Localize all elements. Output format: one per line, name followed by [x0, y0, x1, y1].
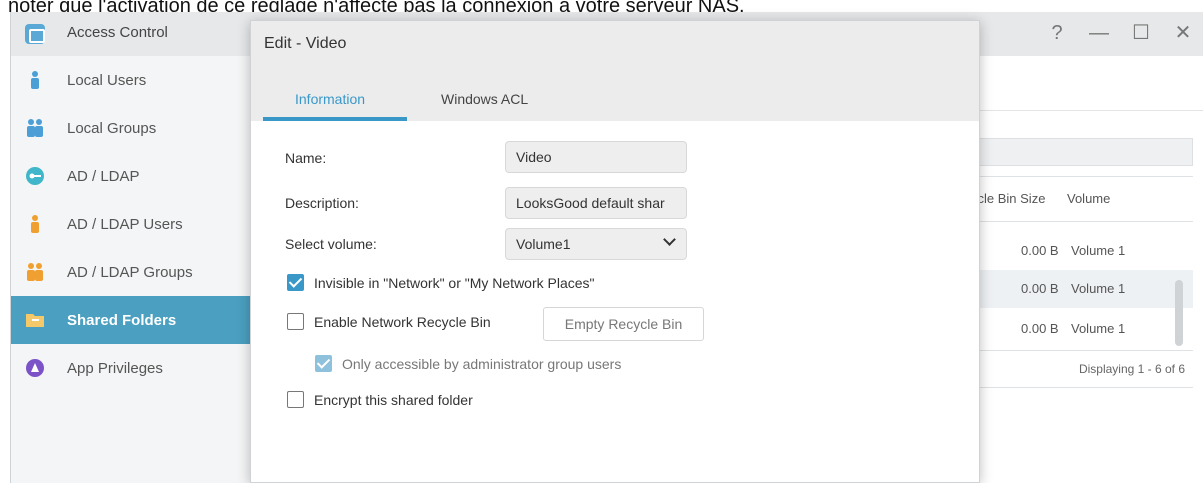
- table-row[interactable]: 0.00 B Volume 1: [971, 270, 1193, 308]
- pagination-status: Displaying 1 - 6 of 6: [1078, 362, 1185, 376]
- sidebar-item-ad-ldap-groups[interactable]: AD / LDAP Groups: [11, 248, 258, 296]
- table-row[interactable]: 0.00 B Volume 1: [971, 310, 1193, 348]
- recycle-bin-option[interactable]: Enable Network Recycle Bin: [287, 313, 491, 330]
- folder-icon: [26, 314, 44, 327]
- cell-size: 0.00 B: [1021, 243, 1059, 258]
- chevron-down-icon: [663, 233, 676, 246]
- description-field[interactable]: LooksGood default shar: [505, 187, 687, 219]
- dialog-header: Edit - Video Information Windows ACL: [251, 21, 979, 121]
- user-icon: [31, 71, 39, 89]
- volume-select-value: Volume1: [516, 236, 571, 252]
- sidebar-item-label: Local Groups: [67, 119, 157, 137]
- cell-volume: Volume 1: [1071, 321, 1126, 336]
- close-icon[interactable]: ✕: [1173, 20, 1193, 46]
- admin-only-checkbox: [315, 355, 332, 372]
- encrypt-folder-checkbox[interactable]: [287, 391, 304, 408]
- key-icon: [26, 167, 44, 185]
- sidebar-item-local-users[interactable]: Local Users: [11, 56, 258, 104]
- encrypt-folder-label: Encrypt this shared folder: [314, 391, 473, 408]
- admin-only-label: Only accessible by administrator group u…: [342, 355, 622, 372]
- sidebar-item-label: App Privileges: [67, 359, 163, 377]
- invisible-network-option[interactable]: Invisible in "Network" or "My Network Pl…: [287, 274, 595, 291]
- encrypt-folder-option[interactable]: Encrypt this shared folder: [287, 391, 473, 408]
- sidebar-item-local-groups[interactable]: Local Groups: [11, 104, 258, 152]
- help-icon[interactable]: ?: [1047, 20, 1067, 46]
- table-scrollbar[interactable]: [1175, 280, 1183, 346]
- access-control-app-icon: [25, 24, 45, 44]
- sidebar-item-app-privileges[interactable]: App Privileges: [11, 344, 258, 392]
- toolbar-divider: [971, 110, 1203, 111]
- maximize-icon[interactable]: ☐: [1131, 20, 1151, 46]
- description-label: Description:: [285, 195, 359, 211]
- volume-select[interactable]: Volume1: [505, 228, 687, 260]
- cell-volume: Volume 1: [1071, 243, 1126, 258]
- sidebar: Local Users Local Groups AD / LDAP AD / …: [11, 56, 259, 483]
- sidebar-item-ad-ldap[interactable]: AD / LDAP: [11, 152, 258, 200]
- sidebar-item-label: Shared Folders: [67, 311, 177, 329]
- table-row[interactable]: 0.00 B Volume 1: [971, 232, 1193, 270]
- sidebar-item-ad-ldap-users[interactable]: AD / LDAP Users: [11, 200, 258, 248]
- invisible-network-checkbox[interactable]: [287, 274, 304, 291]
- name-label: Name:: [285, 150, 327, 166]
- users-icon: [27, 263, 43, 281]
- window-title: Access Control: [67, 24, 168, 41]
- tab-windows-acl[interactable]: Windows ACL: [441, 91, 528, 107]
- sidebar-item-label: Local Users: [67, 71, 147, 89]
- cell-size: 0.00 B: [1021, 321, 1059, 336]
- sidebar-item-label: AD / LDAP: [67, 167, 140, 185]
- table-header: ycle Bin Size Volume: [971, 176, 1193, 222]
- window-controls: ? — ☐ ✕: [1047, 20, 1193, 46]
- shared-folders-table-panel: ycle Bin Size Volume 0.00 B Volume 1 0.0…: [971, 56, 1203, 483]
- dialog-title: Edit - Video: [264, 35, 347, 52]
- cell-size: 0.00 B: [1021, 281, 1059, 296]
- sidebar-item-shared-folders[interactable]: Shared Folders: [11, 296, 258, 344]
- column-header-recycle-bin-size[interactable]: ycle Bin Size: [971, 191, 1045, 206]
- select-volume-label: Select volume:: [285, 236, 377, 252]
- minimize-icon[interactable]: —: [1089, 20, 1109, 46]
- sidebar-item-label: AD / LDAP Users: [67, 215, 183, 233]
- column-header-volume[interactable]: Volume: [1067, 191, 1110, 206]
- search-input[interactable]: [971, 138, 1193, 166]
- recycle-bin-label: Enable Network Recycle Bin: [314, 313, 491, 330]
- users-icon: [27, 119, 43, 137]
- admin-only-option: Only accessible by administrator group u…: [315, 355, 621, 372]
- name-field[interactable]: Video: [505, 141, 687, 173]
- invisible-network-label: Invisible in "Network" or "My Network Pl…: [314, 274, 595, 291]
- sidebar-item-label: AD / LDAP Groups: [67, 263, 193, 281]
- user-icon: [31, 215, 39, 233]
- cell-volume: Volume 1: [1071, 281, 1126, 296]
- recycle-bin-checkbox[interactable]: [287, 313, 304, 330]
- app-privileges-icon: [26, 359, 44, 377]
- tab-information[interactable]: Information: [295, 91, 365, 107]
- table-footer: Displaying 1 - 6 of 6: [971, 350, 1193, 388]
- empty-recycle-bin-button[interactable]: Empty Recycle Bin: [543, 307, 704, 341]
- edit-shared-folder-dialog: Edit - Video Information Windows ACL Nam…: [250, 20, 980, 483]
- active-tab-indicator: [263, 117, 407, 121]
